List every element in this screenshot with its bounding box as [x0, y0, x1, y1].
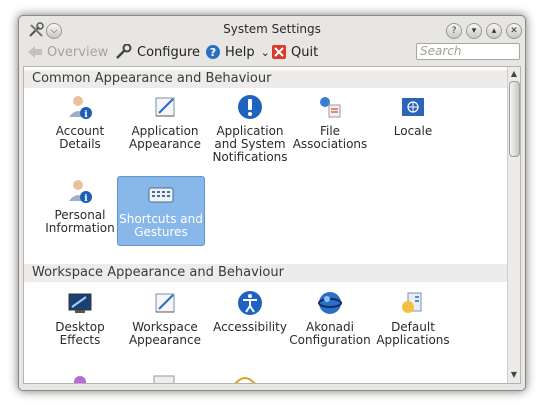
- help-label: Help: [225, 44, 255, 60]
- keyboard-icon: [147, 181, 175, 209]
- item-workspace-appearance[interactable]: Workspace Appearance: [122, 289, 208, 347]
- section-header-workspace: Workspace Appearance and Behaviour: [24, 264, 512, 282]
- item-label: Application and System Notifications: [212, 124, 288, 164]
- item-label: Personal Information: [45, 208, 115, 235]
- scroll-up-icon[interactable]: ▲: [509, 69, 519, 79]
- item-label: Default Applications: [376, 320, 450, 347]
- svg-text:i: i: [84, 110, 88, 120]
- partial-icon: [68, 372, 92, 383]
- maximize-button[interactable]: ▴: [486, 23, 502, 39]
- item-locale[interactable]: Locale: [370, 93, 456, 138]
- item-label: Akonadi Configuration: [289, 320, 371, 347]
- paint-easel-icon: [151, 289, 179, 317]
- quit-label: Quit: [291, 44, 319, 60]
- accessibility-icon: [236, 289, 264, 317]
- overview-label: Overview: [47, 44, 109, 60]
- help-window-button[interactable]: ?: [446, 23, 462, 39]
- overview-button[interactable]: Overview: [27, 41, 108, 63]
- paint-easel-icon: [151, 93, 179, 121]
- item-shortcuts-gestures[interactable]: Shortcuts and Gestures: [117, 176, 205, 246]
- section-header-common: Common Appearance and Behaviour: [24, 70, 512, 88]
- user-info-icon: i: [66, 177, 94, 205]
- user-info-icon: i: [66, 93, 94, 121]
- title-bar[interactable]: ⌵ System Settings ? ▾ ▴ ✕: [19, 16, 525, 44]
- item-label: Application Appearance: [128, 124, 202, 151]
- item-label: Workspace Appearance: [128, 320, 202, 347]
- wrench-icon: [116, 44, 132, 59]
- settings-content: Common Appearance and Behaviour i Accoun…: [23, 66, 521, 384]
- close-button[interactable]: ✕: [506, 23, 522, 39]
- akonadi-icon: [316, 289, 344, 317]
- default-apps-icon: [399, 289, 427, 317]
- file-associations-icon: [316, 93, 344, 121]
- back-arrow-icon: [28, 46, 42, 58]
- item-label: File Associations: [292, 124, 368, 151]
- item-personal-information[interactable]: i Personal Information: [37, 177, 123, 235]
- scrollbar-thumb[interactable]: [509, 81, 520, 157]
- item-account-details[interactable]: i Account Details: [37, 93, 123, 151]
- configure-button[interactable]: Configure: [115, 41, 200, 63]
- partial-icon: [152, 373, 176, 383]
- item-default-applications[interactable]: Default Applications: [370, 289, 456, 347]
- svg-text:i: i: [84, 194, 88, 204]
- item-application-appearance[interactable]: Application Appearance: [122, 93, 208, 151]
- item-label: Shortcuts and Gestures: [119, 212, 203, 239]
- help-dropdown-icon[interactable]: ⌄: [261, 46, 270, 59]
- item-notifications[interactable]: Application and System Notifications: [207, 93, 293, 164]
- item-label: Locale: [393, 124, 433, 138]
- minimize-button[interactable]: ▾: [466, 23, 482, 39]
- quit-button[interactable]: Quit: [271, 41, 318, 63]
- toolbar: Overview Configure ? Help ⌄ Quit Search: [19, 41, 525, 65]
- search-input[interactable]: Search: [416, 43, 520, 60]
- item-file-associations[interactable]: File Associations: [287, 93, 373, 151]
- item-label: Account Details: [55, 124, 105, 151]
- item-akonadi-configuration[interactable]: Akonadi Configuration: [287, 289, 373, 347]
- vertical-scrollbar[interactable]: ▲ ▼: [507, 67, 520, 383]
- partial-icon: [233, 372, 257, 383]
- item-desktop-effects[interactable]: Desktop Effects: [37, 289, 123, 347]
- system-settings-window: ⌵ System Settings ? ▾ ▴ ✕ Overview Confi…: [18, 15, 526, 391]
- help-button[interactable]: ? Help ⌄: [205, 41, 270, 63]
- desktop-effects-icon: [66, 289, 94, 317]
- exclamation-icon: [236, 93, 264, 121]
- item-label: Accessibility: [213, 320, 287, 334]
- help-icon: ?: [206, 45, 220, 59]
- quit-icon: [272, 45, 286, 59]
- svg-text:?: ?: [210, 46, 216, 59]
- item-label: Desktop Effects: [55, 320, 105, 347]
- configure-label: Configure: [137, 44, 201, 60]
- item-accessibility[interactable]: Accessibility: [207, 289, 293, 334]
- scroll-down-icon[interactable]: ▼: [509, 370, 519, 380]
- flag-icon: [399, 93, 427, 121]
